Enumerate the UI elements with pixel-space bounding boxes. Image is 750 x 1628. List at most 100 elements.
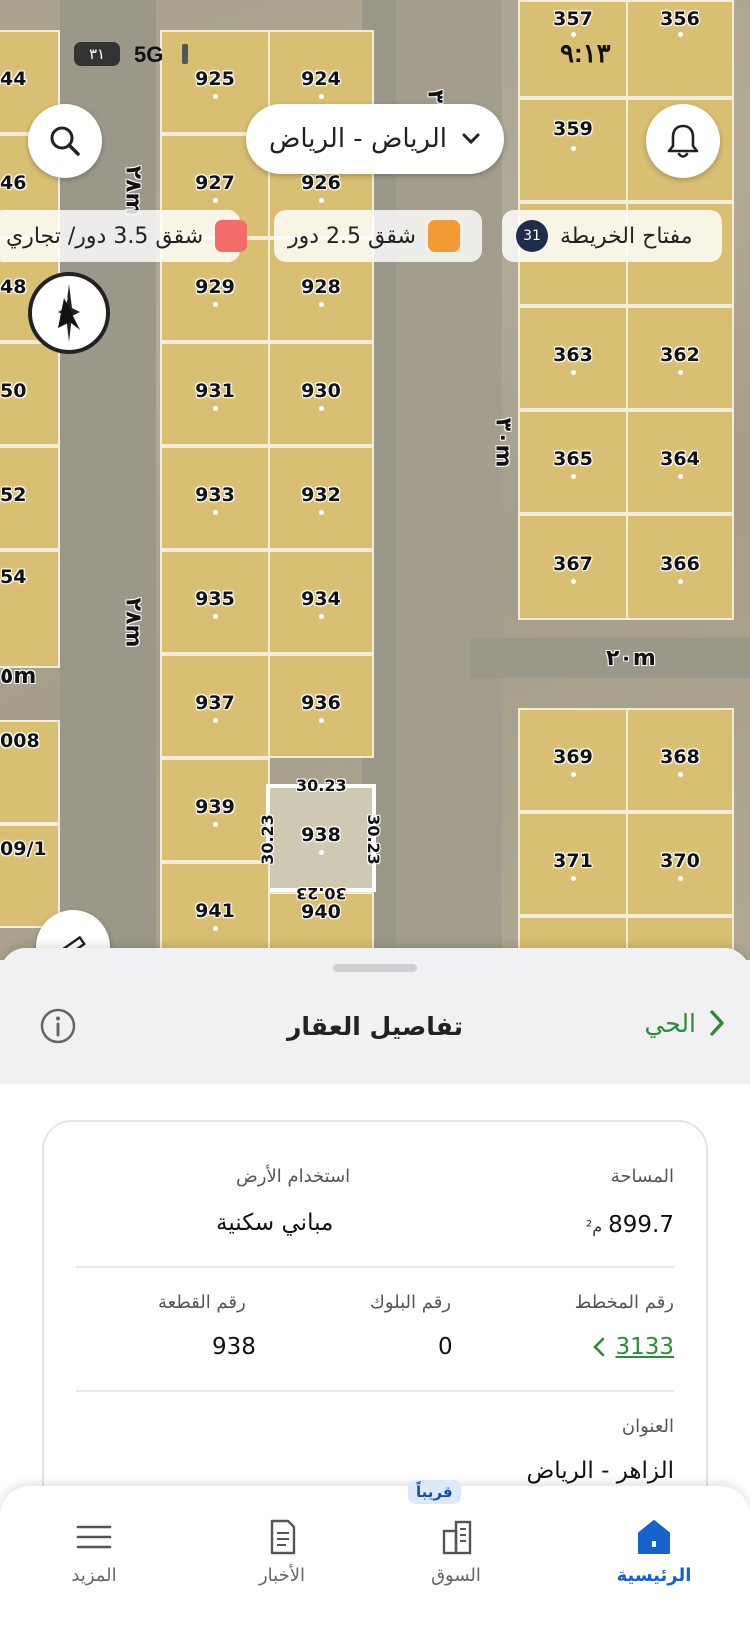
plot-dot bbox=[213, 822, 218, 827]
plot[interactable]: 931 bbox=[160, 342, 270, 446]
plot-dot bbox=[213, 718, 218, 723]
plot-number: 930 bbox=[301, 380, 341, 402]
plot-dot bbox=[571, 146, 576, 151]
plot-dot bbox=[213, 198, 218, 203]
plot-number: 50 bbox=[0, 380, 27, 402]
drag-handle[interactable] bbox=[333, 964, 417, 972]
plot[interactable]: 932 bbox=[268, 446, 374, 550]
plot-number: 357 bbox=[553, 7, 593, 30]
plot[interactable]: 365 bbox=[518, 410, 628, 514]
map-key-label: مفتاح الخريطة bbox=[560, 223, 693, 249]
plot-number: 362 bbox=[660, 344, 700, 366]
city-selector[interactable]: الرياض - الرياض bbox=[246, 104, 504, 174]
plot[interactable]: 936 bbox=[268, 654, 374, 758]
plot-dot bbox=[571, 579, 576, 585]
map-key-button[interactable]: 31 مفتاح الخريطة bbox=[502, 210, 722, 262]
buildings-icon bbox=[442, 1520, 472, 1555]
chevron-down-icon bbox=[462, 133, 480, 145]
plot-number: 924 bbox=[301, 68, 341, 90]
plot[interactable]: 368 bbox=[626, 708, 734, 812]
plot-number: 936 bbox=[301, 692, 341, 714]
plot[interactable]: 934 bbox=[268, 550, 374, 654]
plot-dimension-left: 30.23 bbox=[257, 814, 277, 865]
chevron-right-icon bbox=[710, 1010, 724, 1036]
plot-number: 934 bbox=[301, 588, 341, 610]
plot[interactable]: 937 bbox=[160, 654, 270, 758]
legend-item-apartments[interactable]: شقق 2.5 دور bbox=[274, 210, 482, 262]
tab-home[interactable]: الرئيسية bbox=[584, 1486, 724, 1586]
tab-label: السوق bbox=[431, 1565, 481, 1586]
plot[interactable]: 54 bbox=[0, 550, 60, 668]
status-time: ٩:١٣ bbox=[560, 38, 611, 68]
parcel-number-label: رقم القطعة bbox=[158, 1292, 246, 1313]
plot-number: 928 bbox=[301, 276, 341, 298]
plot[interactable]: 50 bbox=[0, 342, 60, 446]
plot-number: 935 bbox=[195, 588, 235, 610]
plot[interactable]: 939 bbox=[160, 758, 270, 862]
sheet-title: تفاصيل العقار bbox=[287, 1012, 463, 1041]
plot-number: 52 bbox=[0, 484, 27, 506]
plot-dot bbox=[319, 614, 324, 619]
plot[interactable]: 930 bbox=[268, 342, 374, 446]
plot-dimension-bottom: 30.23 bbox=[296, 884, 347, 903]
plot-number: 932 bbox=[301, 484, 341, 506]
plot-number: 370 bbox=[660, 850, 700, 872]
plot-dot bbox=[678, 579, 683, 585]
svg-text:N: N bbox=[60, 292, 68, 303]
plot-dot bbox=[678, 474, 683, 479]
plot-number: 367 bbox=[553, 552, 593, 575]
plot-number: 941 bbox=[195, 900, 235, 922]
area-label: المساحة bbox=[610, 1166, 674, 1187]
legend-label: شقق 2.5 دور bbox=[288, 223, 416, 249]
compass[interactable]: N bbox=[28, 272, 110, 354]
plot[interactable]: 371 bbox=[518, 812, 628, 916]
tab-label: الأخبار bbox=[258, 1565, 305, 1586]
search-button[interactable] bbox=[28, 104, 102, 178]
plot[interactable]: 370 bbox=[626, 812, 734, 916]
plot-dot bbox=[571, 370, 576, 375]
plot[interactable]: 52 bbox=[0, 446, 60, 550]
legend-item-commercial[interactable]: شقق 3.5 دور/ تجاري bbox=[0, 210, 248, 262]
plot-dimension-top: 30.23 bbox=[296, 776, 347, 795]
signal-bars-icon bbox=[182, 44, 188, 64]
plot-number: 927 bbox=[195, 172, 235, 194]
news-icon bbox=[270, 1519, 296, 1555]
plot-number: 369 bbox=[553, 746, 593, 768]
neighborhood-link[interactable]: الحي bbox=[644, 1008, 726, 1038]
plot[interactable]: 363 bbox=[518, 306, 628, 410]
plot[interactable]: 941 bbox=[160, 862, 270, 960]
plan-number-link[interactable]: 3133 bbox=[593, 1334, 674, 1360]
plot-number: 365 bbox=[553, 448, 593, 470]
selected-plot[interactable]: 938 bbox=[266, 784, 376, 892]
plot-dimension-right: 30.23 bbox=[363, 814, 383, 865]
plot[interactable]: 935 bbox=[160, 550, 270, 654]
plot[interactable]: 369 bbox=[518, 708, 628, 812]
battery-indicator: ٣١ bbox=[74, 42, 120, 66]
plot[interactable]: 933 bbox=[160, 446, 270, 550]
plot-number: 929 bbox=[195, 276, 235, 298]
plot-dot bbox=[678, 876, 683, 881]
neighborhood-link-label: الحي bbox=[644, 1008, 696, 1038]
tab-more[interactable]: المزيد bbox=[24, 1486, 164, 1586]
plot[interactable]: 359 bbox=[518, 98, 628, 202]
plot-number: 09/1 bbox=[0, 838, 47, 860]
map-view[interactable]: 925 924 927 926 929 928 931 930 933 932 … bbox=[0, 0, 750, 960]
plot[interactable]: 356 bbox=[626, 0, 734, 98]
notifications-button[interactable] bbox=[646, 104, 720, 178]
plot[interactable]: 366 bbox=[626, 514, 734, 620]
plot[interactable]: 367 bbox=[518, 514, 628, 620]
bottom-tab-bar: الرئيسية السوق قريباً الأخبار المزيد bbox=[0, 1480, 750, 1628]
tab-news[interactable]: الأخبار bbox=[212, 1486, 352, 1586]
block-number-value: 0 bbox=[438, 1334, 453, 1360]
land-use-value: مباني سكنية bbox=[216, 1210, 334, 1236]
plot-dot bbox=[213, 406, 218, 411]
plot[interactable]: 362 bbox=[626, 306, 734, 410]
plot[interactable]: 008 bbox=[0, 720, 60, 824]
plot[interactable]: 364 bbox=[626, 410, 734, 514]
plot-dot bbox=[319, 510, 324, 515]
home-icon bbox=[638, 1520, 670, 1554]
plot-dot bbox=[319, 850, 324, 855]
plot[interactable]: 09/1 bbox=[0, 824, 60, 928]
property-card: المساحة م² 899.7 استخدام الأرض مباني سكن… bbox=[42, 1120, 708, 1520]
plot-number: 931 bbox=[195, 380, 235, 402]
